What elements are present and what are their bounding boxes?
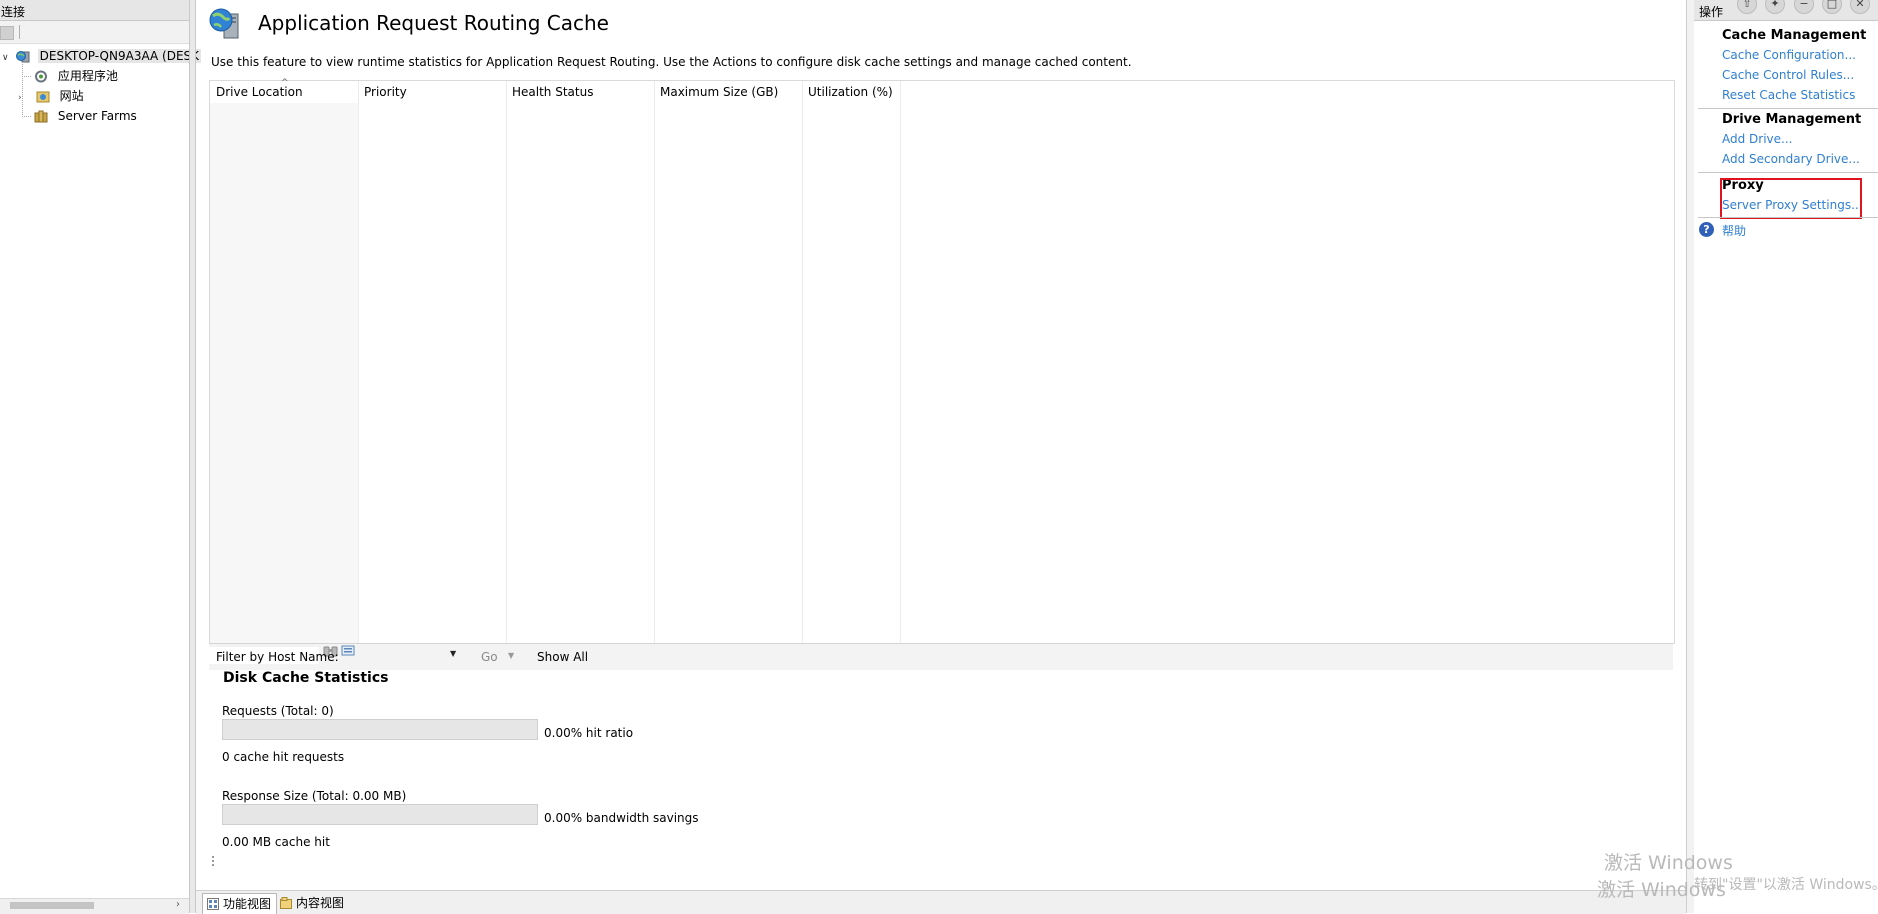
filter-bar: Filter by Host Name: ▼ Go ▼ Show All xyxy=(209,643,1673,671)
help-link[interactable]: 帮助 xyxy=(1722,222,1746,239)
column-header-priority[interactable]: Priority xyxy=(358,81,506,103)
column-header-maximum-size[interactable]: Maximum Size (GB) xyxy=(654,81,802,103)
panel-resize-grip[interactable] xyxy=(212,856,214,868)
pin-icon[interactable]: ✦ xyxy=(1765,0,1785,14)
column-divider[interactable] xyxy=(802,81,803,643)
app-pool-icon xyxy=(35,70,47,83)
tree-line xyxy=(22,116,32,117)
minimize-icon[interactable]: − xyxy=(1794,0,1814,14)
column-divider[interactable] xyxy=(900,81,901,643)
maximize-icon[interactable]: □ xyxy=(1822,0,1842,14)
tree-item-server[interactable]: ∨ DESKTOP-QN9A3AA (DESK xyxy=(2,46,202,68)
page-description: Use this feature to view runtime statist… xyxy=(211,55,1132,69)
close-icon[interactable]: ✕ xyxy=(1850,0,1870,14)
cache-configuration-link[interactable]: Cache Configuration... xyxy=(1722,48,1856,62)
tab-label: 内容视图 xyxy=(296,896,345,910)
tree-item-label: Server Farms xyxy=(57,109,137,123)
server-farms-icon xyxy=(34,110,48,123)
column-divider[interactable] xyxy=(506,81,507,643)
server-icon xyxy=(15,51,30,63)
tree-item-label: 应用程序池 xyxy=(57,69,118,83)
tab-label: 功能视图 xyxy=(223,897,272,911)
tree-item-app-pools[interactable]: 应用程序池 xyxy=(34,66,120,86)
hit-ratio-text: 0.00% hit ratio xyxy=(544,726,634,740)
tab-content-view[interactable]: 内容视图 xyxy=(276,893,349,914)
content-view-icon xyxy=(280,897,292,909)
cache-control-rules-link[interactable]: Cache Control Rules... xyxy=(1722,68,1854,82)
filter-label: Filter by Host Name: xyxy=(216,650,339,664)
reset-cache-statistics-link[interactable]: Reset Cache Statistics xyxy=(1722,88,1855,102)
hit-ratio-progress-bar xyxy=(222,719,538,740)
arr-cache-icon xyxy=(209,8,239,39)
disk-cache-statistics-panel: Disk Cache Statistics Requests (Total: 0… xyxy=(209,670,1673,868)
view-tabs-bar: 功能视图 内容视图 xyxy=(196,890,1686,914)
connections-toolbar xyxy=(0,21,189,44)
cache-hit-mb-text: 0.00 MB cache hit xyxy=(222,835,330,849)
column-header-label: Maximum Size (GB) xyxy=(660,85,779,99)
section-cache-management: Cache Management xyxy=(1722,28,1867,43)
bandwidth-savings-progress-bar xyxy=(222,804,538,825)
activation-watermark-hint: 转到"设置"以激活 Windows。 xyxy=(1694,877,1878,893)
toolbar-separator xyxy=(19,25,20,39)
pane-splitter-left[interactable] xyxy=(189,0,196,913)
tree-item-server-farms[interactable]: Server Farms xyxy=(34,106,139,126)
column-header-utilization[interactable]: Utilization (%) xyxy=(802,81,900,103)
expand-chevron-icon[interactable]: › xyxy=(18,88,32,108)
scrollbar-thumb[interactable] xyxy=(10,902,94,909)
statistics-title: Disk Cache Statistics xyxy=(223,670,389,686)
sites-icon xyxy=(36,91,50,103)
connections-header: 连接 xyxy=(0,0,189,21)
drive-list-grid[interactable]: Drive Location ^ Priority Health Status … xyxy=(209,78,1675,644)
help-icon[interactable]: ? xyxy=(1699,222,1714,237)
section-divider xyxy=(1698,172,1878,173)
section-divider xyxy=(1698,217,1878,218)
activation-watermark: 激活 Windows xyxy=(1604,852,1733,874)
section-drive-management: Drive Management xyxy=(1722,112,1862,127)
tab-features-view[interactable]: 功能视图 xyxy=(202,893,278,914)
connect-icon[interactable] xyxy=(0,26,14,40)
show-all-icon xyxy=(341,645,355,656)
connections-title: 连接 xyxy=(1,5,26,19)
section-divider xyxy=(1698,108,1878,109)
go-dropdown-arrow-icon[interactable]: ▼ xyxy=(508,651,514,660)
tree-item-label: 网站 xyxy=(59,89,84,103)
first-column-background xyxy=(210,103,358,643)
connections-pane: 连接 ∨ DESKTOP-QN9A3AA (DESK 应用程序池 › 网站 Se… xyxy=(0,0,202,913)
column-header-label: Drive Location xyxy=(216,85,303,99)
expand-chevron-icon[interactable]: ∨ xyxy=(2,48,12,68)
add-secondary-drive-link[interactable]: Add Secondary Drive... xyxy=(1722,152,1860,166)
actions-header: 操作 ⇧ ✦ − □ ✕ xyxy=(1694,0,1878,21)
show-all-button[interactable]: Show All xyxy=(537,650,588,664)
actions-pane: 操作 ⇧ ✦ − □ ✕ Cache Management Cache Conf… xyxy=(1694,0,1878,913)
features-view-icon xyxy=(207,898,219,910)
tree-item-label: DESKTOP-QN9A3AA (DESK xyxy=(37,49,202,63)
scroll-right-arrow-icon[interactable]: › xyxy=(176,899,180,910)
highlight-box xyxy=(1720,178,1862,219)
page-title: Application Request Routing Cache xyxy=(258,11,609,35)
column-header-label: Utilization (%) xyxy=(808,85,893,99)
response-size-total-label: Response Size (Total: 0.00 MB) xyxy=(222,789,407,803)
requests-total-label: Requests (Total: 0) xyxy=(222,704,334,718)
bandwidth-savings-text: 0.00% bandwidth savings xyxy=(544,811,699,825)
column-header-label: Priority xyxy=(364,85,407,99)
move-up-icon[interactable]: ⇧ xyxy=(1737,0,1757,14)
column-header-label: Health Status xyxy=(512,85,594,99)
actions-title: 操作 xyxy=(1699,5,1724,19)
tree-line xyxy=(22,76,32,77)
sort-ascending-icon: ^ xyxy=(281,78,289,88)
column-header-health-status[interactable]: Health Status xyxy=(506,81,654,103)
column-divider[interactable] xyxy=(654,81,655,643)
cache-hit-requests-text: 0 cache hit requests xyxy=(222,750,345,764)
dropdown-arrow-icon[interactable]: ▼ xyxy=(450,649,456,658)
column-divider[interactable] xyxy=(358,81,359,643)
add-drive-link[interactable]: Add Drive... xyxy=(1722,132,1792,146)
tree-item-sites[interactable]: › 网站 xyxy=(18,86,86,106)
go-button[interactable]: Go xyxy=(481,650,498,664)
